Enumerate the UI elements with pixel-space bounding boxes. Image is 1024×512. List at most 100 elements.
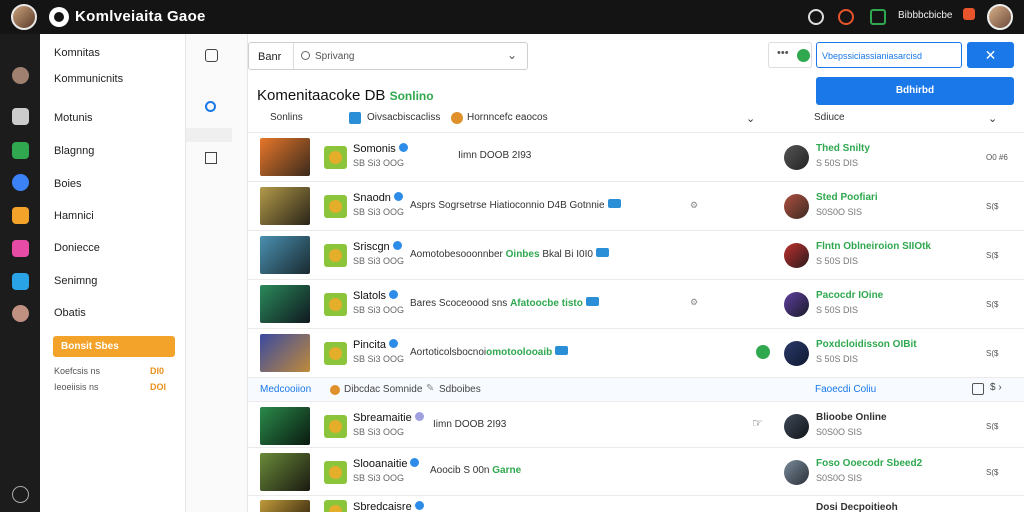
nav-sub-item[interactable]: Koefcsis ns DI0 [54,366,164,376]
game-desc: Iimn DOOB 2I93 [433,419,507,430]
game-meta: SB Si3 OOG [353,473,405,483]
user-avatar[interactable] [784,292,809,317]
table-row[interactable]: Pincita SB Si3 OOG Aortoticolsbocnoiomot… [248,328,1024,377]
section-filter[interactable]: Sdboibes [439,384,481,395]
puzzle-icon[interactable] [12,207,29,224]
search-icon[interactable] [205,101,216,112]
page-title: Komenitaacoke DB Sonlino [257,87,434,104]
section-filter[interactable]: Dibcdac Somnide [344,384,422,395]
section-header: Medcooiion Dibcdac Somnide ✎ Sdboibes Fa… [248,377,1024,401]
nav-item[interactable]: Hamnici [54,210,94,222]
close-button[interactable]: ✕ [967,42,1014,68]
user-avatar[interactable] [784,243,809,268]
user-name[interactable]: Bibbbcbicbe [898,10,952,21]
user-name[interactable]: Poxdcloidisson OIBit [816,339,917,350]
row-action[interactable]: S($ [986,202,998,211]
user-avatar[interactable] [784,460,809,485]
calendar-icon[interactable] [12,273,29,290]
column-header[interactable]: Oivsacbiscacliss [367,112,440,123]
copy-icon[interactable] [972,383,984,395]
nav-sub-item[interactable]: Ieoeiisis ns DOI [54,382,166,392]
card-icon[interactable] [12,240,29,257]
game-thumbnail [260,407,310,445]
table-row[interactable]: Slooanaitie SB Si3 OOG Aoocib S 00n Garn… [248,447,1024,495]
avatar[interactable] [11,4,37,30]
game-name: Somonis [353,143,408,155]
checkbox-icon[interactable] [349,112,361,124]
section-link[interactable]: Faoecdi Coliu [815,384,876,395]
user-name[interactable]: Foso Ooecodr Sbeed2 [816,458,922,469]
game-thumbnail [260,500,310,512]
settings-icon[interactable]: ⚙ [690,297,698,308]
row-action[interactable]: S($ [986,422,998,431]
game-name: Sbreamaitie [353,412,424,424]
search-input[interactable]: Sprivang [315,51,354,62]
row-action[interactable]: S($ [986,349,998,358]
chevron-down-icon[interactable]: ⌄ [507,48,517,62]
user-name[interactable]: Sted Poofiari [816,192,878,203]
nav-item-active[interactable]: Bonsit Sbes [53,336,175,357]
filter-label[interactable]: Banr [258,51,281,63]
chat-icon[interactable] [205,49,218,62]
game-icon [324,146,347,169]
nav-item[interactable]: Boies [54,178,82,190]
game-icon [324,461,347,484]
table-row[interactable]: Sriscgn SB Si3 OOG Aomotobesooonnber Oin… [248,230,1024,279]
value-input[interactable]: Vbepssiciassianiasarcisd [816,42,962,68]
nav-item[interactable]: Komnitas [54,47,100,59]
message-icon[interactable] [808,9,824,25]
chevron-down-icon[interactable]: ⌄ [746,112,755,125]
game-thumbnail [260,334,310,372]
table-row[interactable]: Somonis SB Si3 OOG Iimn DOOB 2I93 Thed S… [248,132,1024,181]
leaf-icon[interactable] [12,142,29,159]
alert-badge[interactable] [963,8,975,20]
table-row[interactable]: Snaodn SB Si3 OOG Asprs Sogrsetrse Hiati… [248,181,1024,230]
nav-item[interactable]: Blagnng [54,145,94,157]
column-header[interactable]: Sonlins [270,112,303,123]
user-avatar[interactable] [784,145,809,170]
settings-icon[interactable] [12,486,29,503]
nav-item[interactable]: Obatis [54,307,86,319]
user-avatar[interactable] [784,194,809,219]
user-avatar[interactable] [784,341,809,366]
search-bar[interactable]: Banr Sprivang ⌄ [248,42,528,70]
more-button[interactable]: ••• [768,42,812,68]
game-desc: Asprs Sogrsetrse Hiatioconnio D4B Gotnni… [410,199,621,211]
row-action[interactable]: S($ [986,300,998,309]
user-name[interactable]: Blioobe Online [816,412,887,423]
user-name[interactable]: Thed Snilty [816,143,870,154]
game-thumbnail [260,236,310,274]
user-icon[interactable] [12,305,29,322]
column-header[interactable]: Hornncefc eaocos [467,112,548,123]
table-row[interactable]: Slatols SB Si3 OOG Bares Scoceoood sns A… [248,279,1024,328]
primary-button[interactable]: Bdhirbd [816,77,1014,105]
row-action[interactable]: O0 #6 [986,153,1008,162]
nav-item[interactable]: Senimng [54,275,97,287]
app-title: Komlveiaita Gaoe [75,8,206,25]
notification-icon[interactable] [838,9,854,25]
user-avatar[interactable] [987,4,1013,30]
user-name[interactable]: Dosi Decpoitieoh [816,502,898,512]
row-action[interactable]: S($ [986,251,998,260]
settings-icon[interactable]: ⚙ [690,200,698,211]
nav-item[interactable]: Motunis [54,112,93,124]
profile-icon[interactable] [12,67,29,84]
table-row[interactable]: Sbredcaisre Dosi Decpoitieoh [248,495,1024,512]
row-action[interactable]: S($ [986,468,998,477]
chart-icon[interactable] [870,9,886,25]
column-header[interactable]: Sdiuce [814,112,845,123]
nav-item[interactable]: Kommunicnits [54,73,123,85]
user-avatar[interactable] [784,414,809,439]
more-icon[interactable]: $ › [990,382,1002,393]
chevron-down-icon[interactable]: ⌄ [988,112,997,125]
cursor-icon: ☞ [752,416,763,430]
circle-icon[interactable] [12,174,29,191]
user-name[interactable]: Pacocdr IOine [816,290,883,301]
game-meta: SB Si3 OOG [353,256,405,266]
square-icon[interactable] [205,152,217,164]
document-icon[interactable] [12,108,29,125]
table-row[interactable]: Sbreamaitie SB Si3 OOG Iimn DOOB 2I93 ☞ … [248,401,1024,447]
user-name[interactable]: Flntn Oblneiroion SIIOtk [816,241,931,252]
nav-item[interactable]: Doniecce [54,242,100,254]
section-title[interactable]: Medcooiion [260,384,311,395]
